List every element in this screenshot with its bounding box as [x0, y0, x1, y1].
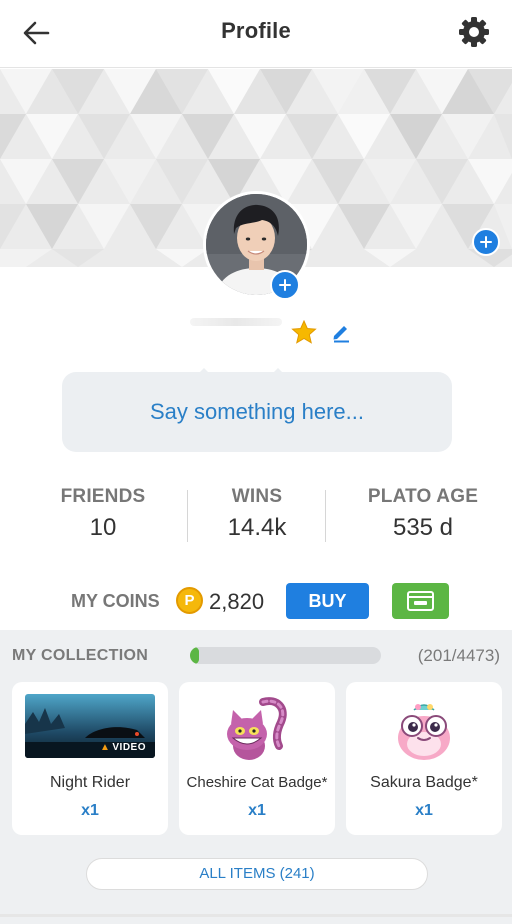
item-name: Night Rider	[49, 774, 131, 791]
item-quantity: x1	[248, 802, 266, 819]
collection-section: MY COLLECTION (201/4473) ▲ VIDEO Night R…	[0, 630, 512, 924]
stats-row: FRIENDS 10 WINS 14.4k PLATO AGE 535 d	[28, 486, 484, 546]
item-thumbnail	[179, 694, 335, 766]
collection-progress-bar	[190, 647, 381, 664]
item-name: Sakura Badge*	[370, 774, 478, 791]
stat-friends[interactable]: FRIENDS 10	[28, 486, 178, 542]
collection-card-cheshire-cat[interactable]: Cheshire Cat Badge* x1	[179, 682, 335, 835]
username-blurred	[190, 318, 282, 326]
stat-plato-age[interactable]: PLATO AGE 535 d	[338, 486, 508, 542]
item-quantity: x1	[81, 802, 99, 819]
video-badge-label: VIDEO	[112, 742, 146, 753]
collection-card-night-rider[interactable]: ▲ VIDEO Night Rider x1	[12, 682, 168, 835]
wallet-button[interactable]	[392, 583, 449, 619]
bio-placeholder: Say something here...	[149, 399, 364, 424]
coins-label: MY COINS	[71, 591, 160, 611]
collection-card-sakura[interactable]: Sakura Badge* x1	[346, 682, 502, 835]
stat-label: PLATO AGE	[367, 486, 479, 507]
stat-label: WINS	[231, 486, 283, 507]
item-name: Cheshire Cat Badge*	[186, 774, 328, 791]
stat-value: 14.4k	[227, 514, 287, 541]
progress-fill	[190, 647, 199, 664]
video-badge: ▲ VIDEO	[100, 742, 146, 762]
bio-field[interactable]: Say something here...	[62, 372, 452, 452]
all-items-button[interactable]: ALL ITEMS (241)	[86, 858, 428, 890]
divider	[325, 490, 326, 542]
flame-icon: ▲	[99, 742, 111, 753]
item-thumbnail	[346, 694, 502, 766]
stat-value: 10	[89, 514, 117, 541]
coins-amount: 2,820	[209, 589, 265, 614]
wallet-icon	[407, 591, 434, 611]
top-bar: Profile	[0, 0, 512, 68]
stat-label: FRIENDS	[60, 486, 146, 507]
buy-button[interactable]: BUY	[286, 583, 369, 619]
stat-value: 535 d	[392, 514, 454, 541]
collection-label: MY COLLECTION	[12, 647, 149, 664]
coin-symbol: P	[184, 592, 195, 609]
coin-icon: P	[176, 587, 203, 614]
gear-icon[interactable]	[456, 14, 492, 50]
star-icon	[291, 319, 317, 344]
item-quantity: x1	[415, 802, 433, 819]
page-title: Profile	[221, 18, 291, 43]
banner-add-button[interactable]	[472, 228, 500, 256]
plus-icon	[480, 236, 492, 248]
stat-wins[interactable]: WINS 14.4k	[188, 486, 326, 542]
collection-count: (201/4473)	[417, 646, 500, 665]
bottom-divider	[0, 914, 512, 917]
plus-icon	[279, 279, 291, 291]
item-thumbnail: ▲ VIDEO	[12, 694, 168, 766]
avatar-add-button[interactable]	[270, 270, 300, 300]
pencil-icon[interactable]	[330, 321, 352, 343]
